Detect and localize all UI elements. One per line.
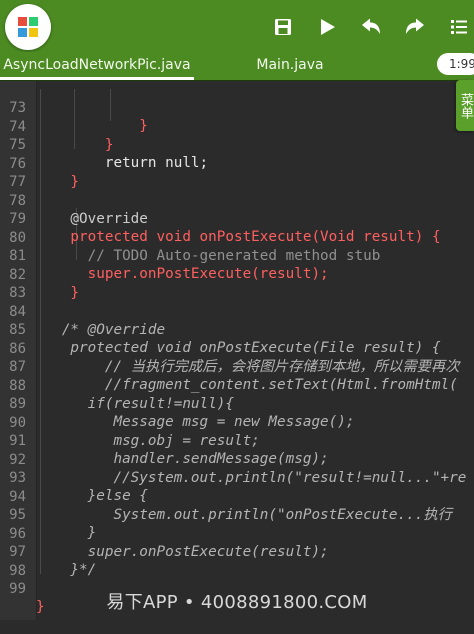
redo-button[interactable] [402,14,428,40]
code-line: 87 //fragment_content.setText(Html.fromH… [0,340,474,393]
code-line: 83 [0,266,474,301]
code-line: 89 Message msg = new Message(); [0,377,474,430]
code-line: 95 } [0,488,474,541]
code-line: 88 if(result!=null){ [0,359,474,412]
code-line: 93 }else { [0,451,474,504]
undo-arrow-icon [362,18,380,34]
code-line: 90 msg.obj = result; [0,396,474,449]
code-line: 80 // TODO Auto-generated method stub [0,211,474,264]
code-line: 82 } [0,248,474,301]
code-editor[interactable]: 73 } 74 } 75 return null; 76 } 77 78 @Ov… [0,81,474,620]
code-line: 76 } [0,137,474,190]
code-line: 94 System.out.println("onPostExecute...执… [0,470,474,523]
code-line: 86 // 当执行完成后，会将图片存储到本地，所以需要再次 [0,322,474,375]
top-toolbar [0,0,474,52]
code-line: 84 /* @Override [0,285,474,338]
time-display: 1:99 [437,53,474,75]
code-line: 92 //System.out.println("result!=null...… [0,433,474,486]
run-button[interactable] [314,14,340,40]
menu-button[interactable] [446,14,472,40]
list-menu-icon [451,20,467,34]
file-tab-bar: AsyncLoadNetworkPic.java Main.java [0,52,474,81]
tab-main[interactable]: Main.java [240,52,340,78]
app-logo-icon[interactable] [5,4,51,50]
code-line: 81 super.onPostExecute(result); [0,229,474,282]
code-line: 96 super.onPostExecute(result); [0,507,474,560]
code-line: 79 protected void onPostExecute(Void res… [0,192,474,245]
undo-button[interactable] [358,14,384,40]
save-button[interactable] [270,14,296,40]
code-line: 74 } [0,100,474,153]
code-line: 85 protected void onPostExecute(File res… [0,303,474,356]
code-line: 73 } [0,81,474,134]
redo-arrow-icon [406,18,424,34]
code-line: 77 [0,155,474,190]
floppy-disk-icon [275,19,291,35]
code-line: 78 @Override [0,174,474,227]
watermark: 易下APP • 4008891800.COM [106,592,368,613]
code-line: 91 handler.sendMessage(msg); [0,414,474,467]
code-line: 98 [0,544,474,579]
tab-asyncloadnetworkpic[interactable]: AsyncLoadNetworkPic.java [0,52,194,80]
code-line: 97 }*/ [0,525,474,578]
play-icon [321,19,335,35]
code-line: 99 } [0,562,474,615]
code-line: 75 return null; [0,118,474,171]
